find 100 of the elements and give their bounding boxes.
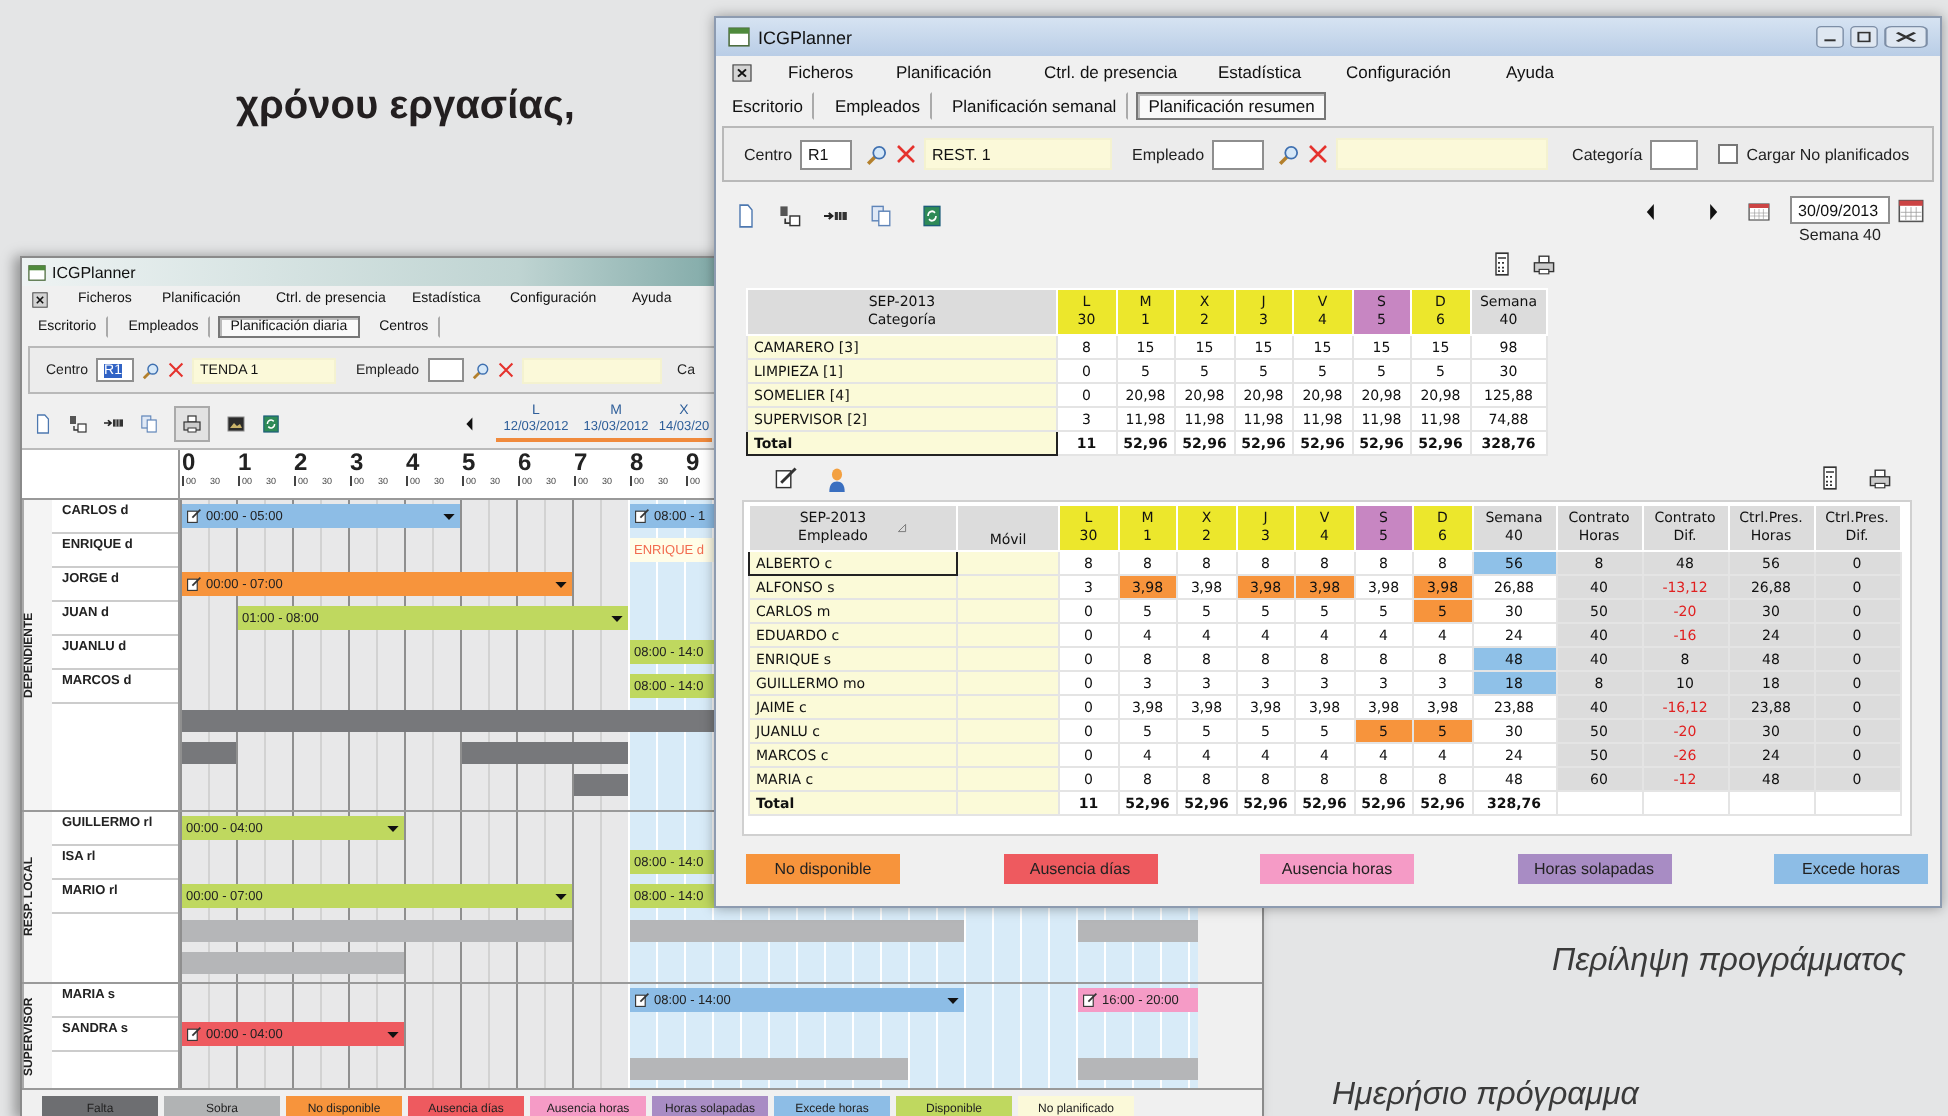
caption: Ημερήσιο πρόγραμμα	[1332, 1078, 1639, 1114]
document-icon[interactable]	[34, 413, 52, 433]
tab[interactable]: Planificación resumen	[1136, 91, 1327, 119]
insert-icon[interactable]	[824, 206, 848, 226]
field-label: Empleado	[1132, 145, 1205, 163]
legend-item: No disponible	[746, 854, 900, 884]
copy-icon[interactable]	[870, 204, 892, 228]
caret-icon[interactable]	[386, 1029, 400, 1039]
printer-icon[interactable]	[182, 413, 202, 433]
previous-icon[interactable]	[464, 415, 476, 431]
caret-icon[interactable]	[554, 891, 568, 901]
table-cell	[957, 767, 1059, 791]
hour-label: 3	[350, 450, 366, 476]
tab[interactable]: Empleados	[822, 91, 932, 119]
caption: Περίληψη προγράμματος	[1552, 944, 1906, 980]
table-cell	[957, 695, 1059, 719]
caret-icon[interactable]	[946, 995, 960, 1005]
table-cell	[957, 575, 1059, 599]
copy-icon[interactable]	[140, 413, 158, 433]
hour-label: 0	[182, 450, 198, 476]
caret-icon[interactable]	[386, 823, 400, 833]
checkbox-label: Cargar No planificados	[1746, 145, 1910, 163]
table-cell	[1728, 791, 1814, 815]
table-cell	[957, 743, 1059, 767]
person-icon[interactable]	[826, 465, 848, 491]
input-field[interactable]	[1650, 139, 1699, 169]
caret-icon[interactable]	[554, 579, 568, 589]
field-label: Centro	[744, 145, 793, 163]
refresh-icon[interactable]	[922, 204, 942, 228]
clear-icon[interactable]	[1308, 144, 1329, 164]
search-icon[interactable]	[866, 143, 889, 165]
field-label: Categoría	[1572, 145, 1643, 163]
calendar-icon[interactable]	[1748, 202, 1770, 222]
legend-item: Ausencia horas	[1260, 854, 1414, 884]
clear-icon[interactable]	[497, 362, 514, 378]
heading: χρόνου εργασίας,	[236, 84, 575, 130]
menu-item[interactable]: Ficheros	[788, 62, 854, 82]
menu-item[interactable]: Ayuda	[1506, 62, 1554, 82]
calculator-icon[interactable]	[1492, 252, 1512, 276]
table-cell	[957, 623, 1059, 647]
hour-label: 8	[630, 450, 646, 476]
table-cell	[957, 719, 1059, 743]
table-cell	[957, 791, 1059, 815]
calendar-icon[interactable]	[1898, 198, 1924, 224]
close-icon[interactable]	[732, 63, 752, 81]
menu-item[interactable]: Planificación	[896, 62, 992, 82]
input-field[interactable]: R1	[800, 139, 853, 169]
legend-item: Excede horas	[1774, 854, 1928, 884]
shortage-bar	[574, 774, 628, 796]
insert-icon[interactable]	[104, 414, 124, 432]
calendar-icon	[28, 263, 46, 281]
caret-icon[interactable]	[442, 511, 456, 521]
picture-icon[interactable]	[226, 413, 246, 433]
edit-icon[interactable]	[774, 466, 798, 490]
name-field	[521, 357, 662, 383]
search-icon[interactable]	[142, 361, 161, 379]
menu-item[interactable]: Configuración	[1346, 62, 1451, 82]
maximize-icon[interactable]	[1850, 26, 1878, 48]
window-title: ICGPlanner	[52, 263, 136, 281]
printer-icon[interactable]	[1868, 467, 1892, 489]
document-icon[interactable]	[736, 204, 756, 228]
search-icon[interactable]	[471, 361, 490, 379]
printer-icon[interactable]	[1532, 253, 1556, 275]
hour-label: 2	[294, 450, 310, 476]
print-button[interactable]	[174, 405, 210, 441]
search-icon[interactable]	[1278, 143, 1301, 165]
table-cell	[1642, 791, 1728, 815]
next-icon[interactable]	[1706, 202, 1720, 222]
calculator-icon[interactable]	[1820, 466, 1840, 490]
caret-icon[interactable]	[610, 613, 624, 623]
window-title: ICGPlanner	[758, 27, 853, 47]
menu-item[interactable]: Ctrl. de presencia	[1044, 62, 1178, 82]
close-icon[interactable]	[1884, 26, 1928, 48]
date-field[interactable]: 30/09/2013	[1790, 196, 1890, 224]
previous-icon[interactable]	[1644, 202, 1658, 222]
table-cell	[1556, 791, 1642, 815]
hour-label: 7	[574, 450, 590, 476]
legend-item: Horas solapadas	[1517, 854, 1671, 884]
input-field[interactable]	[427, 358, 464, 382]
menu-item[interactable]: Estadística	[1218, 62, 1302, 82]
close-icon[interactable]	[32, 291, 48, 307]
tab[interactable]: Escritorio	[720, 91, 815, 119]
hour-label: 4	[406, 450, 422, 476]
clear-icon[interactable]	[168, 362, 185, 378]
table-cell	[957, 599, 1059, 623]
checkbox[interactable]	[1718, 144, 1739, 164]
table-cell	[957, 551, 1059, 575]
hour-label: 6	[518, 450, 534, 476]
hour-label: 1	[238, 450, 254, 476]
clear-icon[interactable]	[896, 144, 917, 164]
transfer-icon[interactable]	[68, 413, 88, 433]
table-cell	[957, 671, 1059, 695]
calendar-icon	[728, 26, 750, 48]
refresh-icon[interactable]	[262, 413, 280, 433]
transfer-icon[interactable]	[778, 204, 802, 228]
name-field: REST. 1	[924, 138, 1113, 170]
tab[interactable]: Planificación semanal	[939, 91, 1129, 119]
minimize-icon[interactable]	[1816, 26, 1844, 48]
table-cell	[957, 647, 1059, 671]
input-field[interactable]	[1212, 139, 1265, 169]
